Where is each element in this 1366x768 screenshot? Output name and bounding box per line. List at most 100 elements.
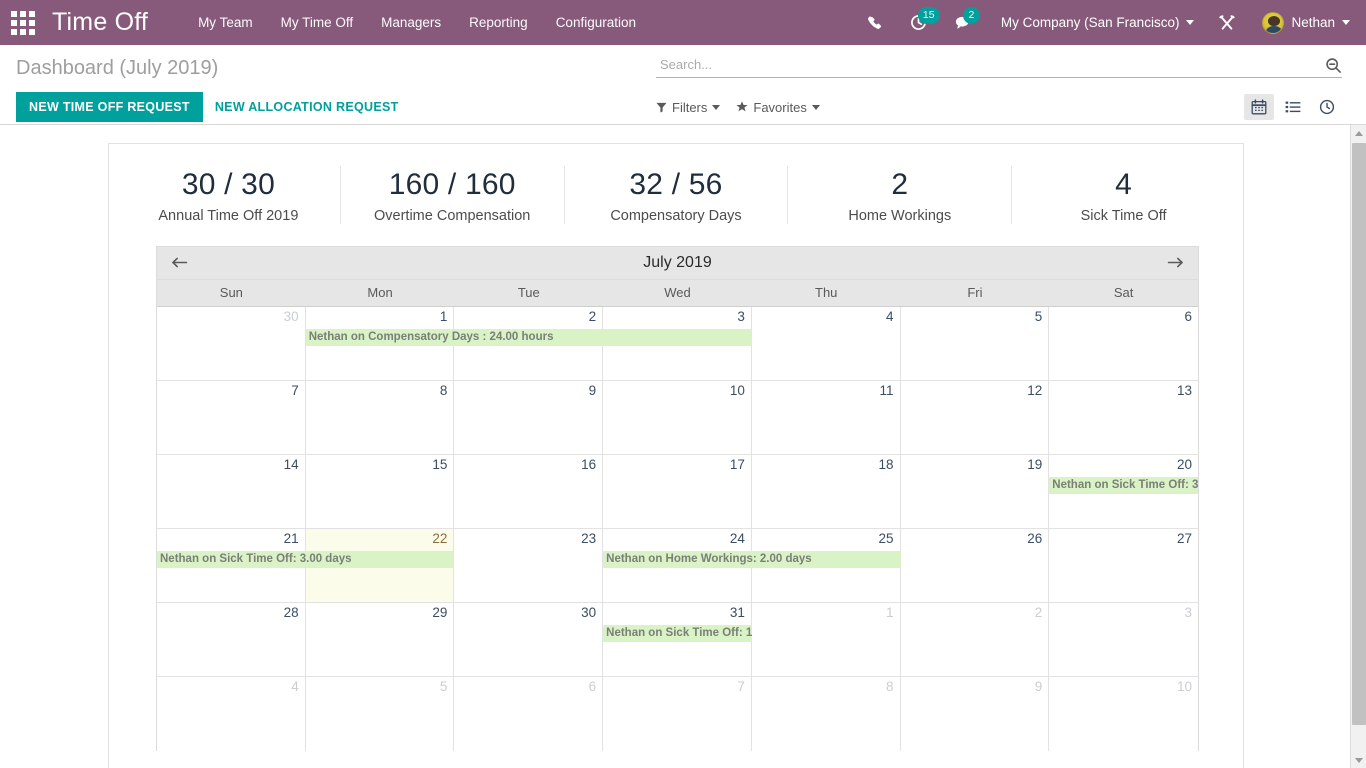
calendar-day-number: 30 xyxy=(581,605,596,620)
filter-icon xyxy=(656,102,667,113)
content-area: 30 / 30 Annual Time Off 2019 160 / 160 O… xyxy=(0,125,1366,768)
calendar-event[interactable]: Nethan on Sick Time Off: 3.0 xyxy=(1049,477,1198,494)
calendar-day-number: 22 xyxy=(432,531,447,546)
calendar-day-number: 8 xyxy=(886,679,894,694)
stat-compensatory-days[interactable]: 32 / 56 Compensatory Days xyxy=(565,166,789,224)
new-time-off-request-button[interactable]: NEW TIME OFF REQUEST xyxy=(16,92,203,122)
chevron-down-icon xyxy=(1186,20,1194,25)
scroll-down-arrow-icon[interactable] xyxy=(1351,752,1366,768)
calendar-week: 30123456Nethan on Compensatory Days : 24… xyxy=(157,307,1198,381)
calendar-view-button[interactable] xyxy=(1244,94,1274,120)
dashboard-card: 30 / 30 Annual Time Off 2019 160 / 160 O… xyxy=(108,143,1244,768)
calendar-day-number: 15 xyxy=(432,457,447,472)
calendar-week: 14151617181920Nethan on Sick Time Off: 3… xyxy=(157,455,1198,529)
list-view-button[interactable] xyxy=(1278,94,1308,120)
stat-value: 30 / 30 xyxy=(125,166,332,204)
calendar-weeks: 30123456Nethan on Compensatory Days : 24… xyxy=(157,307,1198,751)
activity-clock-icon[interactable]: 15 xyxy=(896,0,941,45)
stat-label: Sick Time Off xyxy=(1020,208,1227,224)
menu-item-my-time-off[interactable]: My Time Off xyxy=(267,9,368,36)
calendar-day-number: 23 xyxy=(581,531,596,546)
calendar-title: July 2019 xyxy=(157,254,1198,272)
new-allocation-request-button[interactable]: NEW ALLOCATION REQUEST xyxy=(203,92,411,122)
calendar-week-events xyxy=(157,403,1198,453)
next-month-button[interactable] xyxy=(1167,256,1184,269)
calendar-day-number: 1 xyxy=(886,605,894,620)
calendar-day-number: 6 xyxy=(1184,309,1192,324)
favorites-dropdown[interactable]: Favorites xyxy=(736,100,819,115)
stat-value: 160 / 160 xyxy=(349,166,556,204)
calendar-day-number: 20 xyxy=(1177,457,1192,472)
calendar-day-number: 9 xyxy=(1035,679,1043,694)
phone-icon[interactable] xyxy=(853,0,896,45)
menu-item-my-team[interactable]: My Team xyxy=(184,9,267,36)
stat-sick-time-off[interactable]: 4 Sick Time Off xyxy=(1012,166,1235,224)
tools-icon[interactable] xyxy=(1202,14,1252,32)
top-navbar: Time Off My Team My Time Off Managers Re… xyxy=(0,0,1366,45)
menu-item-configuration[interactable]: Configuration xyxy=(542,9,650,36)
calendar-day-number: 17 xyxy=(730,457,745,472)
calendar-day-number: 6 xyxy=(589,679,597,694)
calendar-day-number: 10 xyxy=(730,383,745,398)
menu-item-managers[interactable]: Managers xyxy=(367,9,455,36)
arrow-left-icon xyxy=(171,256,188,269)
calendar-event[interactable]: Nethan on Home Workings: 2.00 days xyxy=(603,551,900,568)
stat-overtime-compensation[interactable]: 160 / 160 Overtime Compensation xyxy=(341,166,565,224)
list-icon xyxy=(1285,99,1301,115)
stat-home-workings[interactable]: 2 Home Workings xyxy=(788,166,1012,224)
day-header-sun: Sun xyxy=(157,280,306,306)
favorites-label: Favorites xyxy=(753,100,806,115)
calendar-day-number: 29 xyxy=(432,605,447,620)
calendar-day-number: 19 xyxy=(1027,457,1042,472)
stat-value: 4 xyxy=(1020,166,1227,204)
calendar-toolbar: July 2019 xyxy=(157,247,1198,280)
calendar-day-number: 21 xyxy=(284,531,299,546)
menu-item-reporting[interactable]: Reporting xyxy=(455,9,542,36)
scrollbar-thumb[interactable] xyxy=(1352,143,1366,725)
calendar-day-number: 18 xyxy=(879,457,894,472)
calendar-week: 21222324252627Nethan on Sick Time Off: 3… xyxy=(157,529,1198,603)
calendar-day-headers: Sun Mon Tue Wed Thu Fri Sat xyxy=(157,280,1198,307)
calendar-day-number: 28 xyxy=(284,605,299,620)
chevron-down-icon xyxy=(812,105,820,110)
vertical-scrollbar[interactable] xyxy=(1350,125,1366,768)
calendar-week-events: Nethan on Sick Time Off: 1.0 xyxy=(157,625,1198,675)
stat-annual-time-off[interactable]: 30 / 30 Annual Time Off 2019 xyxy=(117,166,341,224)
calendar-day-number: 4 xyxy=(886,309,894,324)
calendar-event[interactable]: Nethan on Sick Time Off: 1.0 xyxy=(603,625,752,642)
app-brand-title[interactable]: Time Off xyxy=(52,8,148,37)
calendar-day-number: 16 xyxy=(581,457,596,472)
calendar-day-number: 24 xyxy=(730,531,745,546)
calendar-day-number: 5 xyxy=(440,679,448,694)
breadcrumb: Dashboard (July 2019) xyxy=(16,57,218,79)
company-selector[interactable]: My Company (San Francisco) xyxy=(987,15,1203,30)
stat-value: 32 / 56 xyxy=(573,166,780,204)
calendar-day-number: 31 xyxy=(730,605,745,620)
stat-label: Overtime Compensation xyxy=(349,208,556,224)
filters-dropdown[interactable]: Filters xyxy=(656,100,720,115)
calendar-day-number: 7 xyxy=(737,679,745,694)
calendar-day-number: 3 xyxy=(737,309,745,324)
calendar-day-number: 30 xyxy=(284,309,299,324)
calendar-day-number: 7 xyxy=(291,383,299,398)
activity-view-button[interactable] xyxy=(1312,94,1342,120)
search-icon[interactable] xyxy=(1319,57,1342,74)
calendar-day-number: 3 xyxy=(1184,605,1192,620)
calendar-event[interactable]: Nethan on Sick Time Off: 3.00 days xyxy=(157,551,454,568)
search-input[interactable] xyxy=(656,57,1319,74)
chevron-down-icon xyxy=(1342,20,1350,25)
prev-month-button[interactable] xyxy=(171,256,188,269)
apps-grid-icon[interactable] xyxy=(10,10,36,36)
arrow-right-icon xyxy=(1167,256,1184,269)
user-menu[interactable]: Nethan xyxy=(1252,12,1354,34)
calendar-event[interactable]: Nethan on Compensatory Days : 24.00 hour… xyxy=(306,329,752,346)
search-options: Filters Favorites xyxy=(656,94,1342,120)
control-panel: Dashboard (July 2019) NEW TIME OFF REQUE… xyxy=(0,45,1366,125)
messages-count-badge: 2 xyxy=(963,7,980,24)
avatar xyxy=(1262,12,1284,34)
user-name: Nethan xyxy=(1291,15,1335,30)
activity-count-badge: 15 xyxy=(918,7,940,24)
messages-icon[interactable]: 2 xyxy=(941,0,987,45)
scroll-up-arrow-icon[interactable] xyxy=(1351,125,1366,141)
calendar-day-number: 10 xyxy=(1177,679,1192,694)
